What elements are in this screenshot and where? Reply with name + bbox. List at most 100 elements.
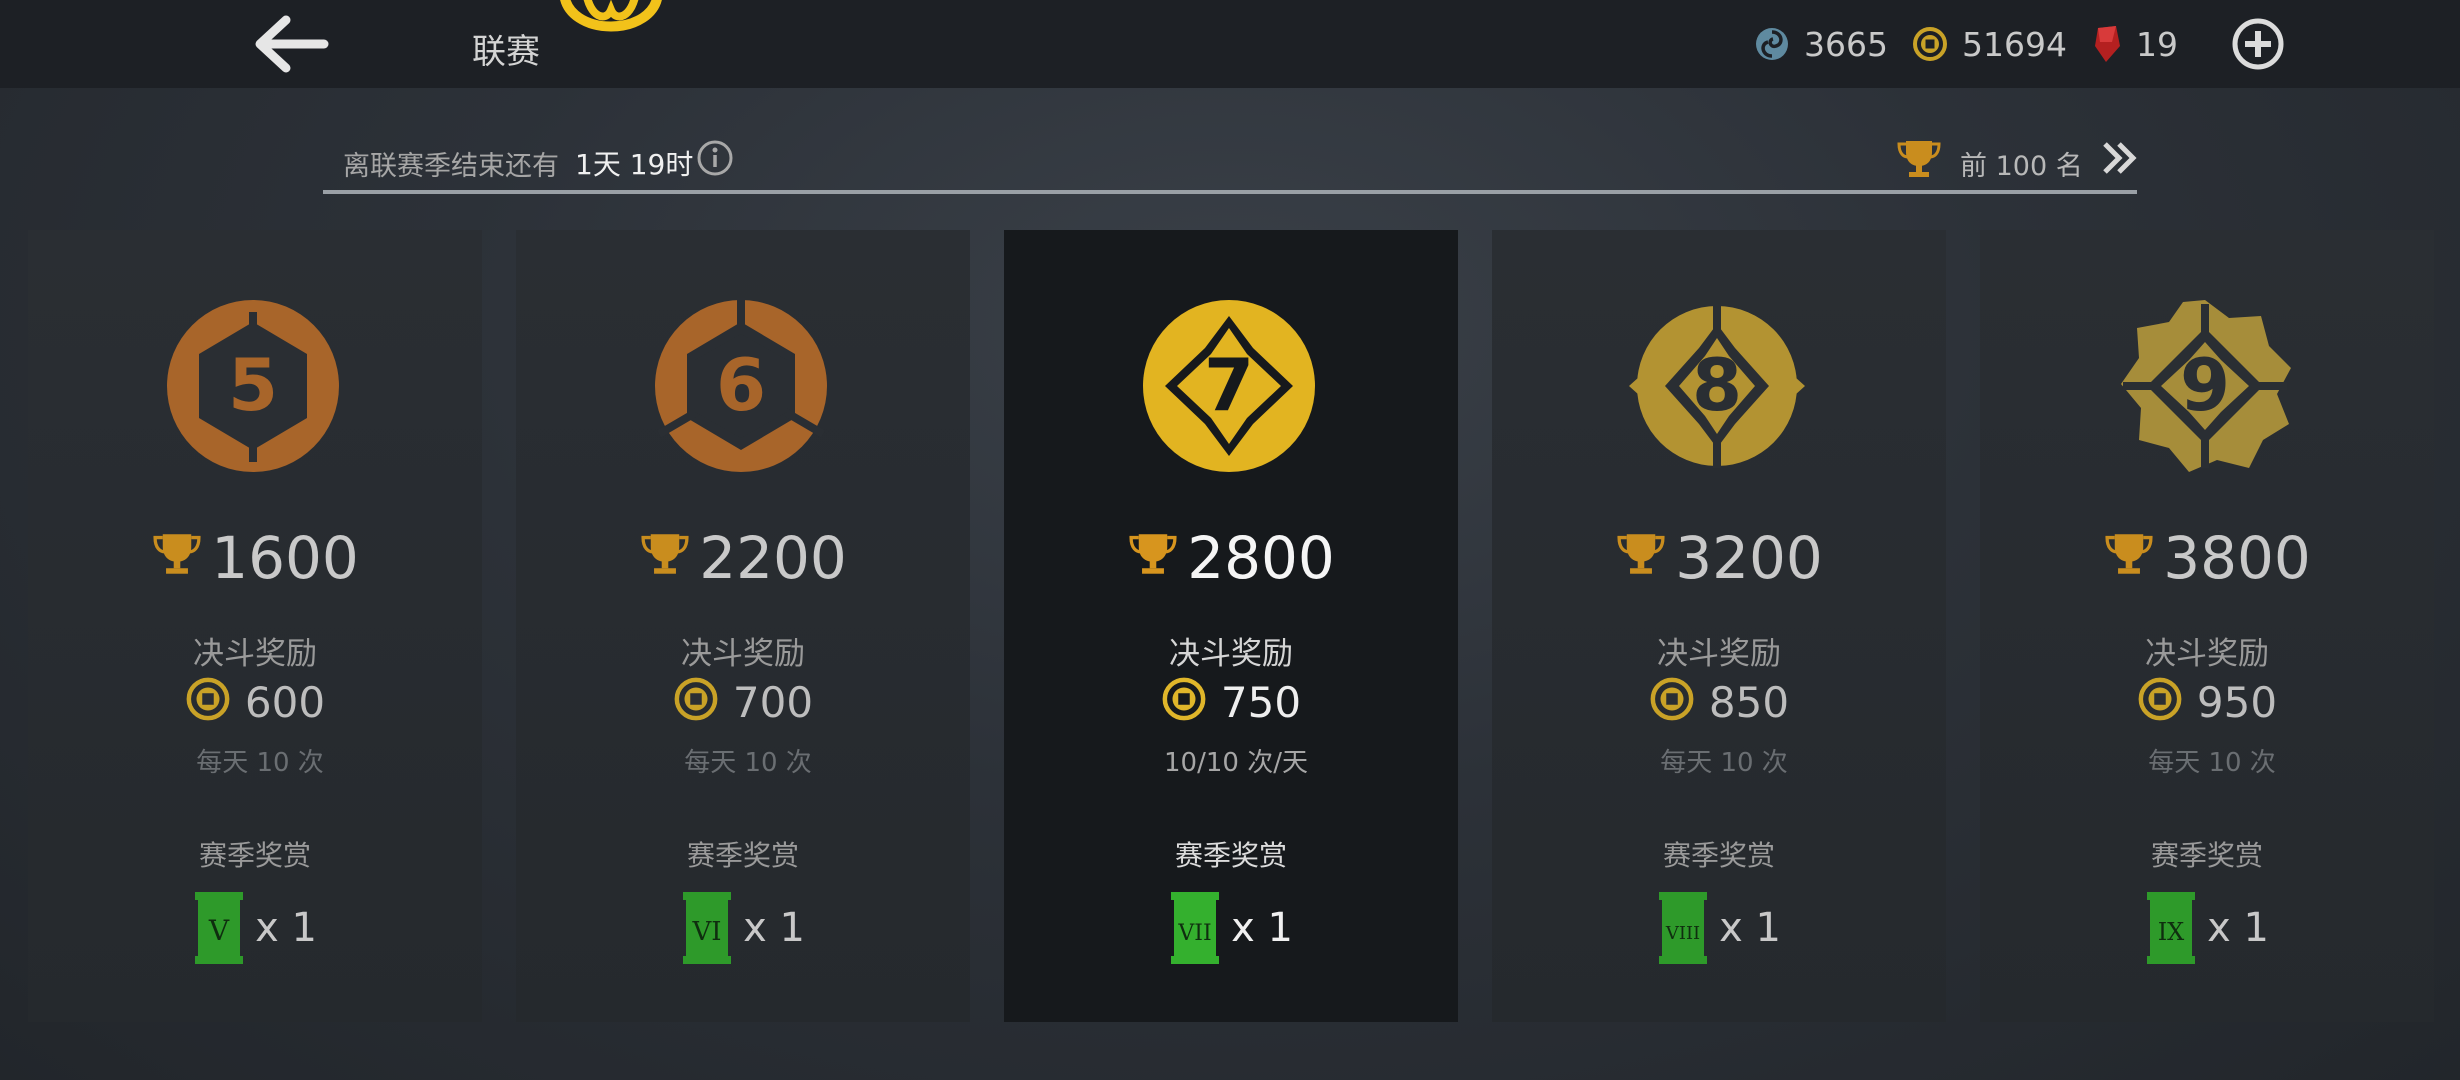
league-badge-icon: 8 bbox=[1629, 304, 1805, 468]
season-reward-label: 赛季奖赏 bbox=[2150, 839, 2263, 872]
chest-tier: VI bbox=[692, 917, 722, 947]
season-chest-reward: IX x 1 bbox=[1980, 892, 2434, 964]
currency-gem: 19 bbox=[2092, 22, 2178, 66]
season-reward-label: 赛季奖赏 bbox=[686, 839, 799, 872]
duel-reward-label: 决斗奖励 bbox=[1657, 636, 1781, 672]
coin-count: 51694 bbox=[1962, 24, 2067, 64]
duel-reward-label: 决斗奖励 bbox=[681, 636, 805, 672]
green-chest-icon: VII bbox=[1171, 892, 1220, 964]
trophy-requirement: 3800 bbox=[1980, 524, 2434, 592]
daily-limit: 每天 10 次 bbox=[684, 748, 812, 778]
league-badge-icon: 7 bbox=[1143, 300, 1315, 472]
duel-reward-label: 决斗奖励 bbox=[1169, 636, 1293, 672]
currency-coin: 51694 bbox=[1912, 22, 2067, 66]
top-bar: 联赛 3665 51694 19 bbox=[0, 0, 2460, 88]
season-timer-bar: 离联赛季结束还有 1天 19时 前 100 名 bbox=[323, 134, 2137, 194]
chest-tier: IX bbox=[2158, 918, 2185, 946]
season-chest-reward: VIII x 1 bbox=[1492, 892, 1946, 964]
league-card-9[interactable]: 9 3800 决斗奖励 950 每天 10 次 赛季奖赏 IX x 1 bbox=[1980, 230, 2434, 1022]
currency-spiral: 3665 bbox=[1754, 22, 1888, 66]
duel-reward-label: 决斗奖励 bbox=[193, 636, 317, 672]
badge-number: 5 bbox=[228, 343, 278, 427]
badge-number: 8 bbox=[1692, 343, 1742, 427]
chest-tier: VIII bbox=[1665, 923, 1700, 944]
chest-quantity: x 1 bbox=[255, 905, 317, 951]
trophy-icon bbox=[2105, 534, 2153, 574]
coin-icon bbox=[1650, 677, 1694, 720]
league-card-8[interactable]: 8 3200 决斗奖励 850 每天 10 次 赛季奖赏 VIII x 1 bbox=[1492, 230, 1946, 1022]
league-card-5[interactable]: 5 1600 决斗奖励 600 每天 10 次 赛季奖赏 V x 1 bbox=[28, 230, 482, 1022]
info-icon[interactable] bbox=[695, 138, 735, 178]
coin-amount: 700 bbox=[732, 678, 814, 727]
chest-quantity: x 1 bbox=[1231, 905, 1293, 951]
coin-amount: 750 bbox=[1220, 678, 1302, 727]
green-chest-icon: VIII bbox=[1659, 892, 1708, 964]
top-rank-label: 前 100 名 bbox=[1960, 151, 2083, 182]
trophy-count: 1600 bbox=[211, 524, 359, 592]
league-emblem-icon bbox=[560, 0, 662, 32]
chest-quantity: x 1 bbox=[2207, 905, 2269, 951]
page-title: 联赛 bbox=[472, 32, 540, 72]
daily-limit: 每天 10 次 bbox=[1660, 748, 1788, 778]
back-arrow-icon[interactable] bbox=[246, 12, 332, 76]
trophy-requirement: 1600 bbox=[28, 524, 482, 592]
season-reward-label: 赛季奖赏 bbox=[1174, 839, 1287, 872]
trophy-count: 3800 bbox=[2163, 524, 2311, 592]
season-time-left: 1天 19时 bbox=[575, 148, 694, 181]
daily-limit: 每天 10 次 bbox=[196, 748, 324, 778]
daily-limit: 10/10 次/天 bbox=[1164, 748, 1308, 778]
plus-icon bbox=[2232, 18, 2284, 70]
red-gem-icon bbox=[2095, 26, 2120, 62]
double-chevron-right-icon[interactable] bbox=[2099, 138, 2143, 178]
trophy-icon bbox=[153, 534, 201, 574]
league-card-7-selected[interactable]: 7 2800 决斗奖励 750 10/10 次/天 赛季奖赏 VII x 1 bbox=[1004, 230, 1458, 1022]
trophy-count: 2200 bbox=[699, 524, 847, 592]
duel-reward-label: 决斗奖励 bbox=[2145, 636, 2269, 672]
daily-limit: 每天 10 次 bbox=[2148, 748, 2276, 778]
league-badge-icon: 6 bbox=[655, 298, 827, 472]
coin-amount: 850 bbox=[1708, 678, 1790, 727]
season-chest-reward: VI x 1 bbox=[516, 892, 970, 964]
coin-icon bbox=[1913, 27, 1947, 61]
duel-coin-reward: 850 bbox=[1492, 677, 1946, 727]
league-badge-icon: 9 bbox=[2121, 300, 2291, 472]
duel-coin-reward: 950 bbox=[1980, 677, 2434, 727]
season-reward-label: 赛季奖赏 bbox=[1662, 839, 1775, 872]
league-card-6[interactable]: 6 2200 决斗奖励 700 每天 10 次 赛季奖赏 VI x 1 bbox=[516, 230, 970, 1022]
spiral-token-count: 3665 bbox=[1804, 24, 1888, 64]
badge-number: 6 bbox=[716, 343, 766, 427]
coin-icon bbox=[186, 677, 230, 720]
spiral-token-icon bbox=[1756, 28, 1788, 60]
trophy-icon bbox=[1129, 534, 1177, 574]
duel-coin-reward: 700 bbox=[516, 677, 970, 727]
season-chest-reward: V x 1 bbox=[28, 892, 482, 964]
green-chest-icon: IX bbox=[2147, 892, 2196, 964]
season-ends-label: 离联赛季结束还有 bbox=[343, 151, 559, 182]
trophy-icon bbox=[1897, 141, 1941, 177]
trophy-icon bbox=[1617, 534, 1665, 574]
coin-icon bbox=[1162, 677, 1206, 720]
coin-amount: 950 bbox=[2196, 678, 2278, 727]
badge-number: 9 bbox=[2180, 343, 2230, 427]
green-chest-icon: V bbox=[195, 892, 244, 964]
trophy-requirement: 2800 bbox=[1004, 524, 1458, 592]
add-currency-button[interactable] bbox=[2230, 16, 2286, 72]
chest-quantity: x 1 bbox=[743, 905, 805, 951]
gem-count: 19 bbox=[2136, 24, 2178, 64]
duel-coin-reward: 750 bbox=[1004, 677, 1458, 727]
trophy-requirement: 3200 bbox=[1492, 524, 1946, 592]
trophy-icon bbox=[641, 534, 689, 574]
coin-icon bbox=[674, 677, 718, 720]
duel-coin-reward: 600 bbox=[28, 677, 482, 727]
trophy-count: 3200 bbox=[1675, 524, 1823, 592]
badge-number: 7 bbox=[1204, 343, 1254, 427]
season-reward-label: 赛季奖赏 bbox=[198, 839, 311, 872]
trophy-count: 2800 bbox=[1187, 524, 1335, 592]
chest-tier: VII bbox=[1177, 921, 1211, 946]
coin-icon bbox=[2138, 677, 2182, 720]
chest-quantity: x 1 bbox=[1719, 905, 1781, 951]
coin-amount: 600 bbox=[244, 678, 326, 727]
green-chest-icon: VI bbox=[683, 892, 732, 964]
season-chest-reward: VII x 1 bbox=[1004, 892, 1458, 964]
trophy-requirement: 2200 bbox=[516, 524, 970, 592]
